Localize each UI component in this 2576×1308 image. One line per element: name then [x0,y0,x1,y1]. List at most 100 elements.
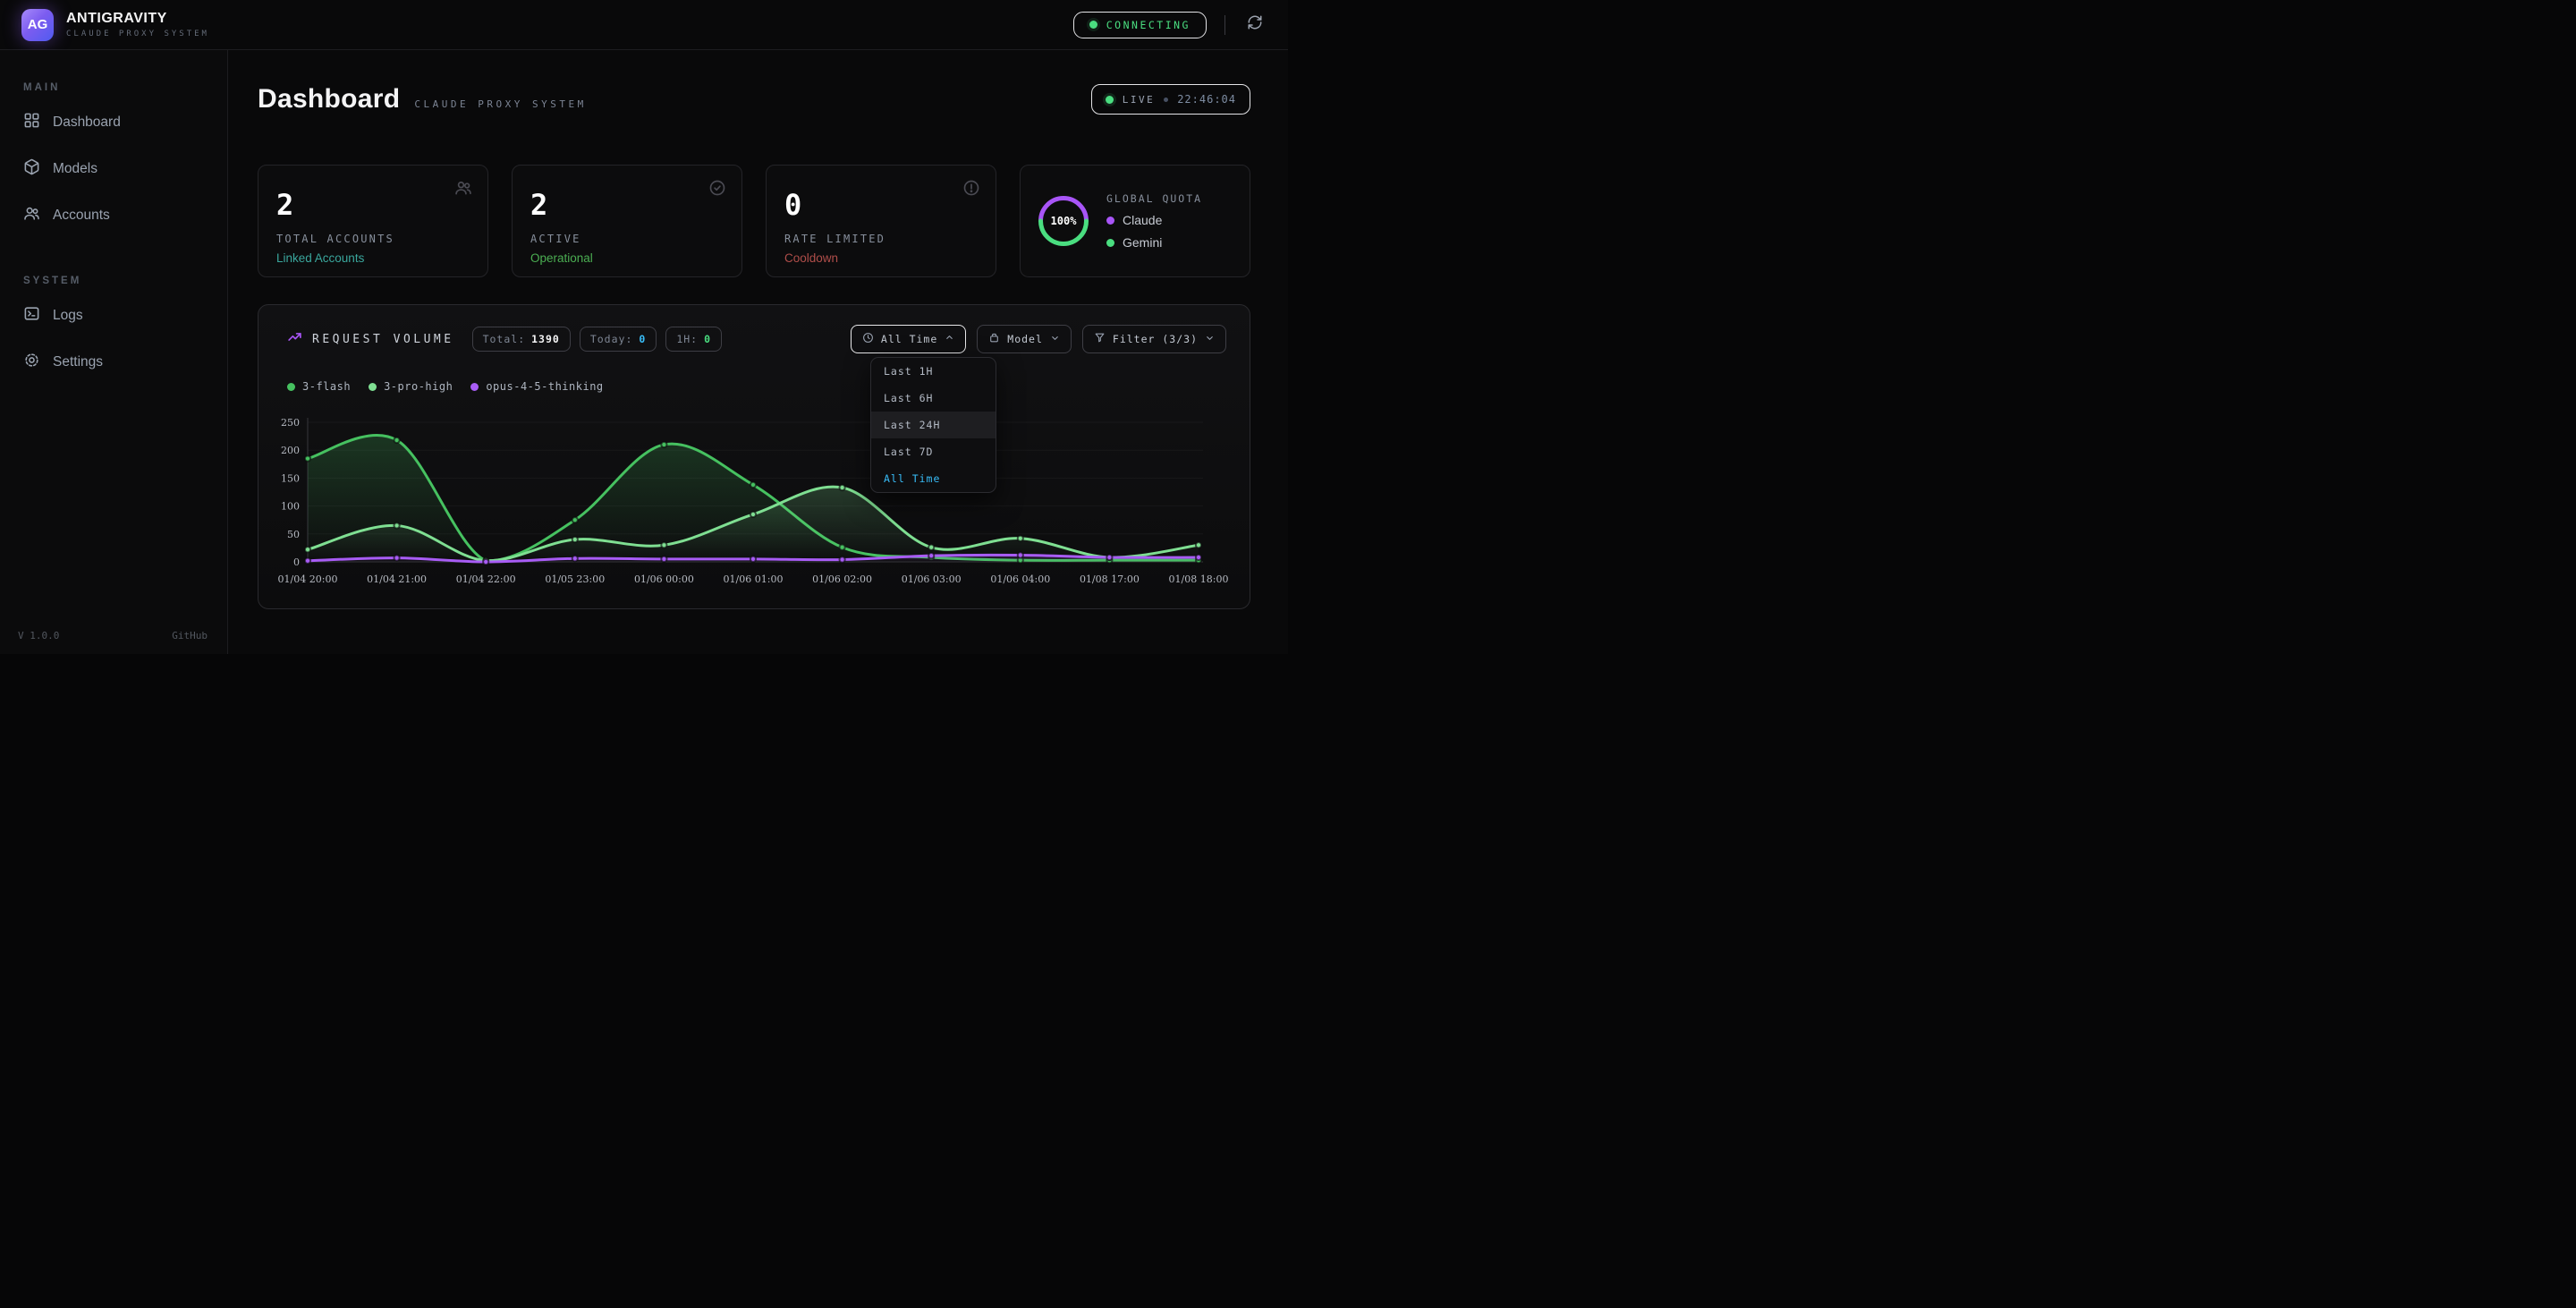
gear-icon [23,352,40,373]
sidebar-item-accounts[interactable]: Accounts [9,195,218,236]
sidebar-item-label: Accounts [53,208,110,224]
page-title: Dashboard [258,84,400,115]
stat-card-total-accounts: 2 TOTAL ACCOUNTS Linked Accounts [258,165,488,277]
request-volume-card: REQUEST VOLUME Total: 1390 Today: 0 [258,304,1250,609]
model-filter-button[interactable]: Model [977,325,1072,353]
total-badge: Total: 1390 [472,327,571,352]
svg-text:01/04 22:00: 01/04 22:00 [456,573,516,585]
connection-status-text: CONNECTING [1106,19,1191,31]
grid-icon [23,112,40,133]
funnel-icon [1094,332,1106,346]
dropdown-item-last-7d[interactable]: Last 7D [871,438,996,465]
live-status-badge: LIVE 22:46:04 [1091,84,1250,115]
sidebar-item-logs[interactable]: Logs [9,295,218,336]
svg-text:50: 50 [287,529,300,540]
refresh-button[interactable] [1243,13,1267,37]
stat-label: TOTAL ACCOUNTS [276,233,470,245]
app-window: AG ANTIGRAVITY CLAUDE PROXY SYSTEM CONNE… [0,0,1288,654]
app-subtitle: CLAUDE PROXY SYSTEM [66,30,209,38]
page-subtitle: CLAUDE PROXY SYSTEM [414,98,586,110]
legend-item-opus[interactable]: opus-4-5-thinking [470,380,603,393]
time-range-dropdown: Last 1H Last 6H Last 24H Last 7D All Tim… [870,357,996,493]
dropdown-item-all-time[interactable]: All Time [871,465,996,492]
sidebar-item-models[interactable]: Models [9,149,218,190]
svg-text:01/06 03:00: 01/06 03:00 [902,573,962,585]
logo-text: AG [28,17,48,32]
stat-card-rate-limited: 0 RATE LIMITED Cooldown [766,165,996,277]
sidebar-item-label: Logs [53,308,83,324]
svg-text:150: 150 [281,472,300,484]
chart-title: REQUEST VOLUME [312,333,454,346]
chart-legend: 3-flash 3-pro-high opus-4-5-thinking [287,380,604,393]
svg-text:01/08 18:00: 01/08 18:00 [1169,573,1229,585]
quota-percent: 100% [1051,215,1078,227]
terminal-icon [23,305,40,327]
sidebar-item-dashboard[interactable]: Dashboard [9,102,218,143]
alert-circle-icon [962,179,980,201]
chevron-down-icon [1205,333,1215,345]
stats-row: 2 TOTAL ACCOUNTS Linked Accounts 2 ACTIV… [258,165,1250,277]
svg-text:01/06 04:00: 01/06 04:00 [990,573,1050,585]
one-hour-badge: 1H: 0 [665,327,722,352]
app-title: ANTIGRAVITY [66,11,209,27]
users-icon [454,179,472,201]
global-quota-card: 100% GLOBAL QUOTA Claude Gemini [1020,165,1250,277]
legend-item-3-pro-high[interactable]: 3-pro-high [369,380,453,393]
sidebar-item-label: Settings [53,354,103,370]
app-logo: AG [21,9,54,41]
sidebar-item-settings[interactable]: Settings [9,342,218,383]
svg-text:01/08 17:00: 01/08 17:00 [1080,573,1140,585]
topbar: AG ANTIGRAVITY CLAUDE PROXY SYSTEM CONNE… [0,0,1288,50]
stat-card-active: 2 ACTIVE Operational [512,165,742,277]
svg-text:01/04 21:00: 01/04 21:00 [367,573,427,585]
live-clock: 22:46:04 [1177,93,1236,106]
svg-text:100: 100 [281,501,300,513]
svg-text:01/04 20:00: 01/04 20:00 [278,573,338,585]
svg-text:01/05 23:00: 01/05 23:00 [545,573,605,585]
stat-value: 0 [784,191,978,219]
live-label: LIVE [1123,94,1156,106]
stat-value: 2 [530,191,724,219]
gemini-dot-icon [1106,239,1114,247]
sidebar: MAIN Dashboard Models Accounts SYSTEM Lo… [0,50,228,654]
live-dot-icon [1106,96,1114,104]
svg-text:250: 250 [281,417,300,429]
filter-button[interactable]: Filter (3/3) [1082,325,1226,353]
users-icon [23,205,40,226]
stat-sublabel: Cooldown [784,251,978,265]
check-circle-icon [708,179,726,201]
today-badge: Today: 0 [580,327,657,352]
quota-item-gemini: Gemini [1106,235,1202,250]
refresh-icon [1247,14,1263,35]
legend-dot-icon [369,383,377,391]
legend-item-3-flash[interactable]: 3-flash [287,380,351,393]
separator-dot-icon [1164,98,1168,102]
stat-sublabel: Linked Accounts [276,251,470,265]
quota-label: GLOBAL QUOTA [1106,192,1202,205]
dropdown-item-last-1h[interactable]: Last 1H [871,358,996,385]
svg-text:01/06 00:00: 01/06 00:00 [634,573,694,585]
claude-dot-icon [1106,217,1114,225]
connection-status-badge: CONNECTING [1073,12,1207,38]
sidebar-section-main: MAIN [23,82,227,93]
topbar-divider [1224,15,1225,35]
stat-label: RATE LIMITED [784,233,978,245]
trending-up-icon [287,329,302,349]
quota-item-claude: Claude [1106,213,1202,227]
brand: AG ANTIGRAVITY CLAUDE PROXY SYSTEM [21,9,209,41]
chevron-down-icon [1050,333,1060,345]
box-icon [988,332,1000,346]
github-link[interactable]: GitHub [172,630,208,641]
time-range-button[interactable]: All Time [851,325,966,353]
quota-item-label: Gemini [1123,235,1162,250]
sidebar-item-label: Dashboard [53,115,121,131]
chevron-up-icon [945,333,954,345]
svg-text:01/06 01:00: 01/06 01:00 [724,573,784,585]
dropdown-item-last-24h[interactable]: Last 24H [871,412,996,438]
quota-item-label: Claude [1123,213,1162,227]
sidebar-item-label: Models [53,161,97,177]
quota-ring: 100% [1037,194,1090,248]
dropdown-item-last-6h[interactable]: Last 6H [871,385,996,412]
main-content: Dashboard CLAUDE PROXY SYSTEM LIVE 22:46… [228,50,1288,654]
svg-text:01/06 02:00: 01/06 02:00 [812,573,872,585]
